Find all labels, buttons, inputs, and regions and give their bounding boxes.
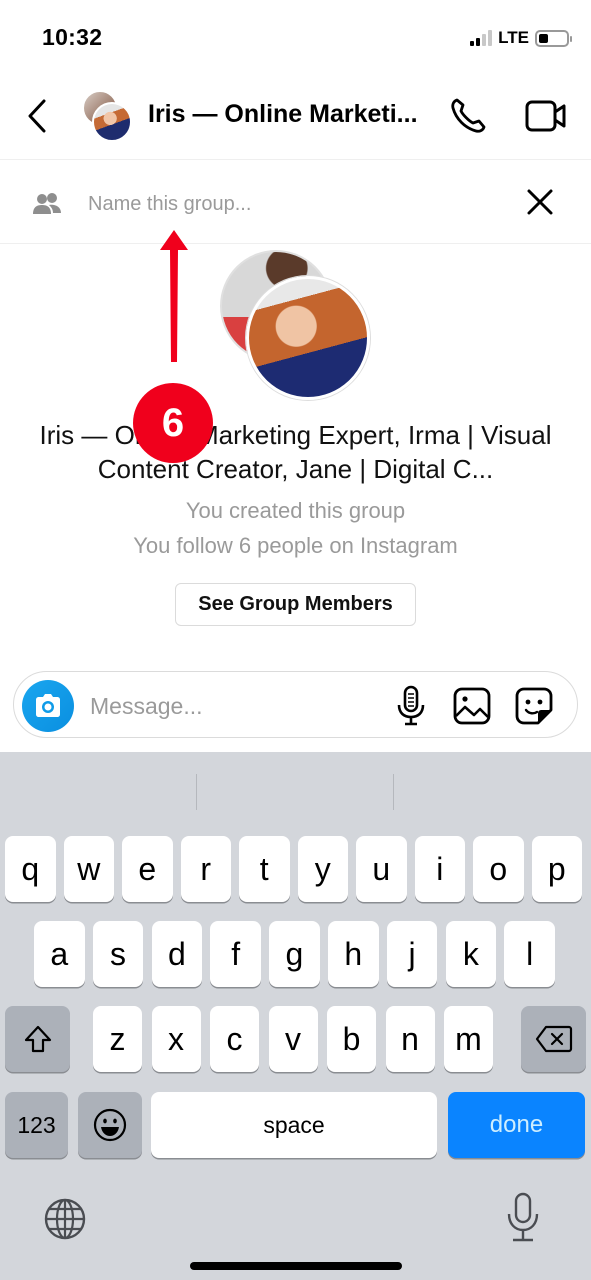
dictation-key[interactable] <box>502 1192 544 1244</box>
key-x[interactable]: x <box>151 1006 201 1072</box>
video-call-button[interactable] <box>524 96 568 136</box>
group-people-icon <box>32 192 62 216</box>
key-g[interactable]: g <box>269 921 320 987</box>
avatar-member-2 <box>92 102 132 142</box>
message-input[interactable] <box>90 686 370 726</box>
suggestion-divider <box>196 774 197 810</box>
key-v[interactable]: v <box>268 1006 318 1072</box>
key-f[interactable]: f <box>210 921 261 987</box>
key-z[interactable]: z <box>93 1006 142 1072</box>
globe-key[interactable] <box>42 1196 88 1242</box>
key-w[interactable]: w <box>63 836 114 902</box>
key-j[interactable]: j <box>386 921 438 987</box>
audio-call-button[interactable] <box>448 96 488 136</box>
annotation-arrow-icon <box>160 230 188 362</box>
suggestion-divider <box>393 774 394 810</box>
group-name-row <box>0 160 591 244</box>
backspace-key[interactable] <box>521 1006 586 1072</box>
video-camera-icon <box>525 100 566 132</box>
key-h[interactable]: h <box>328 921 379 987</box>
group-avatar-large <box>220 250 380 402</box>
close-group-name-button[interactable] <box>522 184 558 220</box>
see-group-members-button[interactable]: See Group Members <box>175 583 416 626</box>
image-gallery-icon <box>453 687 491 725</box>
key-c[interactable]: c <box>210 1006 259 1072</box>
back-button[interactable] <box>22 98 54 134</box>
status-bar: 10:32 LTE <box>0 0 591 74</box>
key-b[interactable]: b <box>327 1006 376 1072</box>
key-n[interactable]: n <box>385 1006 435 1072</box>
done-key[interactable]: done <box>448 1092 585 1158</box>
key-e[interactable]: e <box>122 836 173 902</box>
message-composer <box>13 671 578 738</box>
network-type: LTE <box>498 28 529 47</box>
follow-count-text: You follow 6 people on Instagram <box>133 533 458 558</box>
signal-icon <box>470 30 493 46</box>
key-s[interactable]: s <box>92 921 144 987</box>
battery-icon <box>535 29 572 47</box>
globe-icon <box>44 1198 86 1240</box>
microphone-icon <box>397 685 425 726</box>
voice-message-button[interactable] <box>394 685 428 727</box>
key-a[interactable]: a <box>34 921 85 987</box>
camera-icon <box>36 694 60 717</box>
member-photo-2 <box>246 276 370 400</box>
key-o[interactable]: o <box>473 836 524 902</box>
step-badge: 6 <box>133 383 213 463</box>
key-u[interactable]: u <box>356 836 407 902</box>
backspace-icon <box>535 1025 572 1053</box>
group-title: Iris — Online Marketing Expert, Irma | V… <box>39 420 552 484</box>
sticker-icon <box>515 687 553 725</box>
home-indicator[interactable] <box>190 1262 402 1270</box>
emoji-key[interactable] <box>78 1092 142 1158</box>
key-l[interactable]: l <box>504 921 555 987</box>
group-created-text: You created this group <box>185 498 406 523</box>
group-name-input[interactable] <box>88 184 488 224</box>
group-avatar[interactable] <box>82 90 134 142</box>
suggestion-bar <box>0 752 591 824</box>
status-time: 10:32 <box>42 24 103 50</box>
chat-header: Iris — Online Marketi... <box>0 74 591 160</box>
key-i[interactable]: i <box>414 836 465 902</box>
camera-button[interactable] <box>22 680 74 732</box>
phone-icon <box>451 98 486 133</box>
emoji-icon <box>93 1108 127 1142</box>
chevron-left-icon <box>28 99 46 133</box>
key-p[interactable]: p <box>531 836 582 902</box>
key-k[interactable]: k <box>445 921 497 987</box>
space-key[interactable]: space <box>151 1092 437 1158</box>
key-d[interactable]: d <box>151 921 203 987</box>
key-q[interactable]: q <box>5 836 56 902</box>
shift-icon <box>24 1025 51 1053</box>
key-m[interactable]: m <box>444 1006 493 1072</box>
chat-title[interactable]: Iris — Online Marketi... <box>148 100 418 129</box>
dictation-mic-icon <box>507 1192 539 1242</box>
key-y[interactable]: y <box>297 836 348 902</box>
status-indicators: LTE <box>470 28 572 48</box>
shift-key[interactable] <box>5 1006 70 1072</box>
key-r[interactable]: r <box>180 836 231 902</box>
key-t[interactable]: t <box>239 836 290 902</box>
close-icon <box>527 189 553 215</box>
numbers-key[interactable]: 123 <box>5 1092 68 1158</box>
gallery-button[interactable] <box>452 686 492 726</box>
sticker-button[interactable] <box>514 686 554 726</box>
